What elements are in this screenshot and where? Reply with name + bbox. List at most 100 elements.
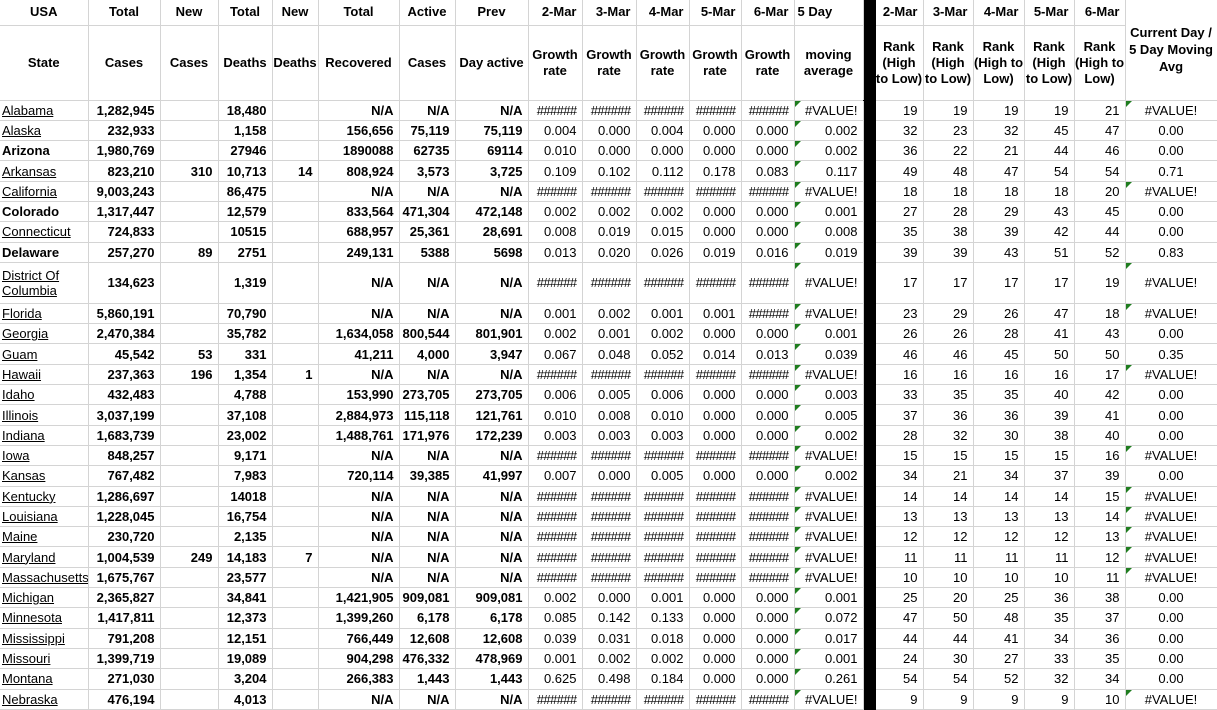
cell-rank-4mar[interactable]: 9 [973, 689, 1024, 709]
cell-total-deaths[interactable]: 12,579 [218, 201, 272, 221]
state-cell[interactable]: Montana [0, 669, 88, 689]
cell-total-cases[interactable]: 1,282,945 [88, 100, 160, 120]
cell-new-cases[interactable] [160, 608, 218, 628]
column-header[interactable]: Growth rate [689, 25, 741, 100]
column-header[interactable]: Total [88, 0, 160, 25]
cell-active-cases[interactable]: 5388 [399, 242, 455, 262]
column-header[interactable]: 2-Mar [528, 0, 582, 25]
cell-rank-3mar[interactable]: 12 [923, 527, 973, 547]
cell-total-recovered[interactable]: 1890088 [318, 141, 399, 161]
cell-new-deaths[interactable] [272, 689, 318, 709]
cell-new-deaths[interactable] [272, 242, 318, 262]
cell-growth-2mar[interactable]: 0.085 [528, 608, 582, 628]
cell-rank-6mar[interactable]: 39 [1074, 466, 1125, 486]
cell-rank-5mar[interactable]: 38 [1024, 425, 1074, 445]
cell-rank-3mar[interactable]: 11 [923, 547, 973, 567]
cell-5day-moving-avg[interactable]: 0.072 [794, 608, 863, 628]
cell-total-cases[interactable]: 257,270 [88, 242, 160, 262]
column-header[interactable]: 6-Mar [741, 0, 794, 25]
state-cell[interactable]: Alaska [0, 120, 88, 140]
cell-rank-5mar[interactable]: 45 [1024, 120, 1074, 140]
column-header[interactable]: Recovered [318, 25, 399, 100]
cell-growth-2mar[interactable]: 0.067 [528, 344, 582, 364]
cell-prev-day-active[interactable]: 121,761 [455, 405, 528, 425]
cell-growth-6mar[interactable]: ###### [741, 262, 794, 303]
cell-growth-4mar[interactable]: 0.133 [636, 608, 689, 628]
cell-new-deaths[interactable]: 7 [272, 547, 318, 567]
cell-growth-5mar[interactable]: 0.000 [689, 120, 741, 140]
cell-rank-5mar[interactable]: 34 [1024, 628, 1074, 648]
cell-5day-moving-avg[interactable]: #VALUE! [794, 547, 863, 567]
cell-5day-moving-avg[interactable]: #VALUE! [794, 445, 863, 465]
cell-growth-6mar[interactable]: 0.000 [741, 588, 794, 608]
cell-rank-5mar[interactable]: 12 [1024, 527, 1074, 547]
cell-growth-4mar[interactable]: ###### [636, 547, 689, 567]
cell-5day-moving-avg[interactable]: 0.039 [794, 344, 863, 364]
cell-growth-2mar[interactable]: 0.010 [528, 141, 582, 161]
cell-growth-5mar[interactable]: ###### [689, 364, 741, 384]
cell-rank-4mar[interactable]: 43 [973, 242, 1024, 262]
cell-active-cases[interactable]: 25,361 [399, 222, 455, 242]
cell-new-deaths[interactable] [272, 608, 318, 628]
cell-new-cases[interactable] [160, 588, 218, 608]
cell-rank-4mar[interactable]: 21 [973, 141, 1024, 161]
cell-new-deaths[interactable] [272, 344, 318, 364]
cell-rank-3mar[interactable]: 35 [923, 385, 973, 405]
cell-growth-2mar[interactable]: 0.109 [528, 161, 582, 181]
cell-5day-moving-avg[interactable]: #VALUE! [794, 486, 863, 506]
cell-current-vs-avg[interactable]: 0.00 [1125, 628, 1217, 648]
state-cell[interactable]: Delaware [0, 242, 88, 262]
cell-total-cases[interactable]: 767,482 [88, 466, 160, 486]
cell-growth-4mar[interactable]: ###### [636, 445, 689, 465]
state-cell[interactable]: Hawaii [0, 364, 88, 384]
cell-growth-5mar[interactable]: 0.000 [689, 588, 741, 608]
cell-prev-day-active[interactable]: N/A [455, 364, 528, 384]
column-header[interactable]: 3-Mar [582, 0, 636, 25]
cell-rank-2mar[interactable]: 17 [875, 262, 923, 303]
cell-rank-6mar[interactable]: 16 [1074, 445, 1125, 465]
state-cell[interactable]: Illinois [0, 405, 88, 425]
cell-growth-6mar[interactable]: 0.000 [741, 141, 794, 161]
cell-prev-day-active[interactable]: N/A [455, 689, 528, 709]
cell-5day-moving-avg[interactable]: 0.002 [794, 120, 863, 140]
cell-active-cases[interactable]: 3,573 [399, 161, 455, 181]
cell-rank-3mar[interactable]: 36 [923, 405, 973, 425]
cell-new-cases[interactable] [160, 445, 218, 465]
cell-total-recovered[interactable]: N/A [318, 303, 399, 323]
cell-growth-5mar[interactable]: ###### [689, 547, 741, 567]
cell-rank-6mar[interactable]: 52 [1074, 242, 1125, 262]
cell-growth-5mar[interactable]: ###### [689, 445, 741, 465]
cell-current-vs-avg[interactable]: 0.00 [1125, 608, 1217, 628]
cell-growth-3mar[interactable]: ###### [582, 445, 636, 465]
state-cell[interactable]: Colorado [0, 201, 88, 221]
column-header[interactable]: Total [318, 0, 399, 25]
cell-rank-6mar[interactable]: 15 [1074, 486, 1125, 506]
cell-prev-day-active[interactable]: 69114 [455, 141, 528, 161]
cell-prev-day-active[interactable]: 801,901 [455, 324, 528, 344]
cell-new-deaths[interactable]: 14 [272, 161, 318, 181]
cell-new-deaths[interactable] [272, 425, 318, 445]
cell-growth-2mar[interactable]: 0.039 [528, 628, 582, 648]
column-header[interactable]: Active [399, 0, 455, 25]
cell-growth-6mar[interactable]: 0.000 [741, 648, 794, 668]
cell-rank-2mar[interactable]: 54 [875, 669, 923, 689]
cell-total-deaths[interactable]: 37,108 [218, 405, 272, 425]
cell-new-deaths[interactable] [272, 567, 318, 587]
cell-total-deaths[interactable]: 331 [218, 344, 272, 364]
cell-rank-6mar[interactable]: 50 [1074, 344, 1125, 364]
column-header[interactable]: Prev [455, 0, 528, 25]
cell-active-cases[interactable]: 171,976 [399, 425, 455, 445]
cell-growth-3mar[interactable]: 0.498 [582, 669, 636, 689]
cell-rank-5mar[interactable]: 16 [1024, 364, 1074, 384]
cell-5day-moving-avg[interactable]: #VALUE! [794, 262, 863, 303]
cell-rank-4mar[interactable]: 19 [973, 100, 1024, 120]
cell-rank-4mar[interactable]: 48 [973, 608, 1024, 628]
cell-total-cases[interactable]: 2,365,827 [88, 588, 160, 608]
cell-new-deaths[interactable] [272, 141, 318, 161]
cell-5day-moving-avg[interactable]: 0.008 [794, 222, 863, 242]
cell-prev-day-active[interactable]: N/A [455, 445, 528, 465]
cell-growth-5mar[interactable]: ###### [689, 689, 741, 709]
column-header[interactable]: New [160, 0, 218, 25]
cell-active-cases[interactable]: 471,304 [399, 201, 455, 221]
cell-active-cases[interactable]: 909,081 [399, 588, 455, 608]
